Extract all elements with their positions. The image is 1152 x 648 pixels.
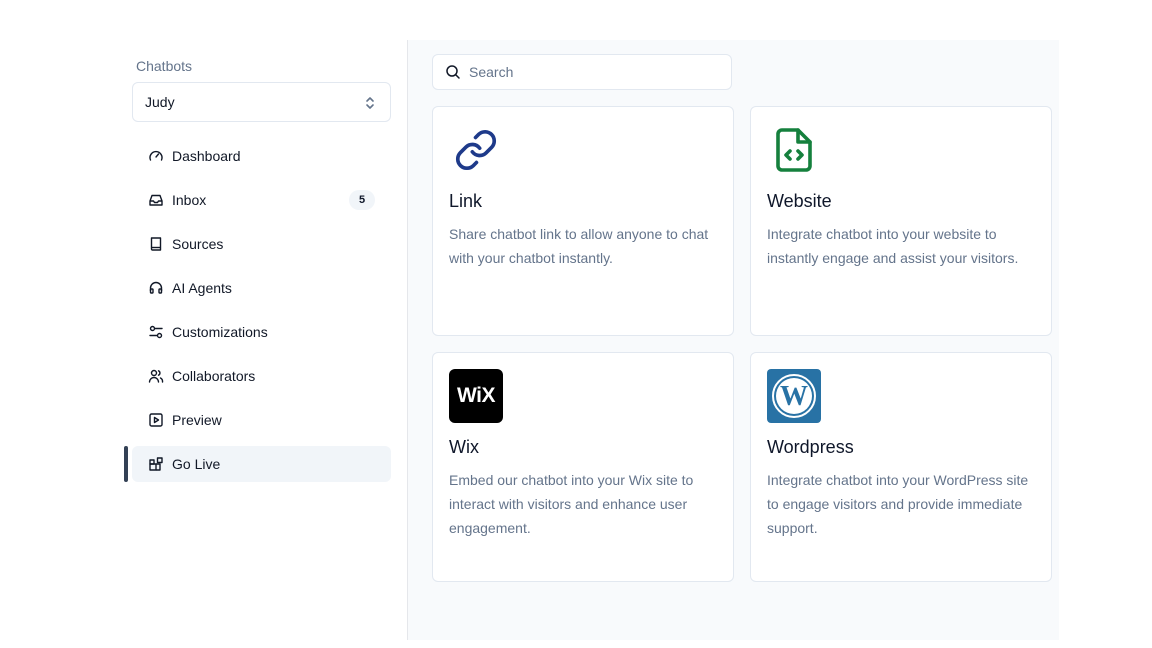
card-description: Share chatbot link to allow anyone to ch… (449, 226, 709, 266)
sidebar-item-customizations[interactable]: Customizations (132, 314, 391, 350)
sidebar-item-label: Customizations (172, 324, 268, 340)
wordpress-logo: W (767, 369, 821, 423)
link-icon (449, 123, 503, 177)
sidebar-item-label: Sources (172, 236, 224, 252)
integration-card-wix[interactable]: WiX Wix Embed our chatbot into your Wix … (432, 352, 734, 582)
inbox-count-badge: 5 (349, 190, 375, 210)
book-icon (150, 237, 162, 251)
sidebar-nav: Dashboard Inbox 5 Sources AI Agents Cust… (124, 138, 391, 490)
sidebar-item-label: Inbox (172, 192, 207, 208)
sidebar-item-label: Dashboard (172, 148, 241, 164)
search-box[interactable] (432, 54, 732, 90)
card-title: Wordpress (767, 437, 854, 457)
chatbot-select[interactable]: Judy (132, 82, 391, 122)
search-icon (446, 65, 460, 79)
sidebar-item-label: AI Agents (172, 280, 232, 296)
selected-chatbot: Judy (145, 94, 175, 110)
card-description: Integrate chatbot into your WordPress si… (767, 472, 1029, 536)
wix-logo: WiX (449, 369, 503, 423)
sidebar-item-collaborators[interactable]: Collaborators (132, 358, 391, 394)
card-title: Link (449, 191, 483, 211)
sidebar-item-label: Preview (172, 412, 222, 428)
integration-card-wordpress[interactable]: W Wordpress Integrate chatbot into your … (750, 352, 1052, 582)
integration-card-link[interactable]: Link Share chatbot link to allow anyone … (432, 106, 734, 336)
sidebar-item-label: Go Live (172, 456, 221, 472)
sidebar-item-sources[interactable]: Sources (132, 226, 391, 262)
svg-text:W: W (780, 381, 808, 412)
chatbots-label: Chatbots (136, 58, 193, 74)
card-description: Embed our chatbot into your Wix site to … (449, 472, 694, 536)
blocks-icon (149, 457, 163, 471)
chevrons-up-down-icon (366, 97, 374, 109)
sidebar-item-go-live[interactable]: Go Live (124, 446, 391, 482)
search-input[interactable] (469, 64, 709, 80)
integration-card-website[interactable]: Website Integrate chatbot into your webs… (750, 106, 1052, 336)
inbox-icon (149, 194, 163, 206)
sidebar-item-ai-agents[interactable]: AI Agents (132, 270, 391, 306)
card-description: Integrate chatbot into your website to i… (767, 226, 1019, 266)
sidebar-item-label: Collaborators (172, 368, 256, 384)
sidebar-item-dashboard[interactable]: Dashboard (132, 138, 391, 174)
card-title: Website (767, 191, 832, 211)
active-indicator (124, 446, 128, 482)
file-code-icon (767, 123, 821, 177)
sliders-icon (149, 325, 163, 339)
sidebar-item-inbox[interactable]: Inbox 5 (132, 182, 391, 218)
sidebar: Chatbots Judy Dashboard Inbox 5 Sources (0, 40, 407, 640)
card-title: Wix (449, 437, 479, 457)
headphones-icon (149, 281, 163, 294)
gauge-icon (149, 150, 163, 161)
main-content: Link Share chatbot link to allow anyone … (408, 40, 1059, 640)
sidebar-item-preview[interactable]: Preview (132, 402, 391, 438)
play-square-icon (149, 413, 163, 427)
users-icon (148, 369, 164, 383)
